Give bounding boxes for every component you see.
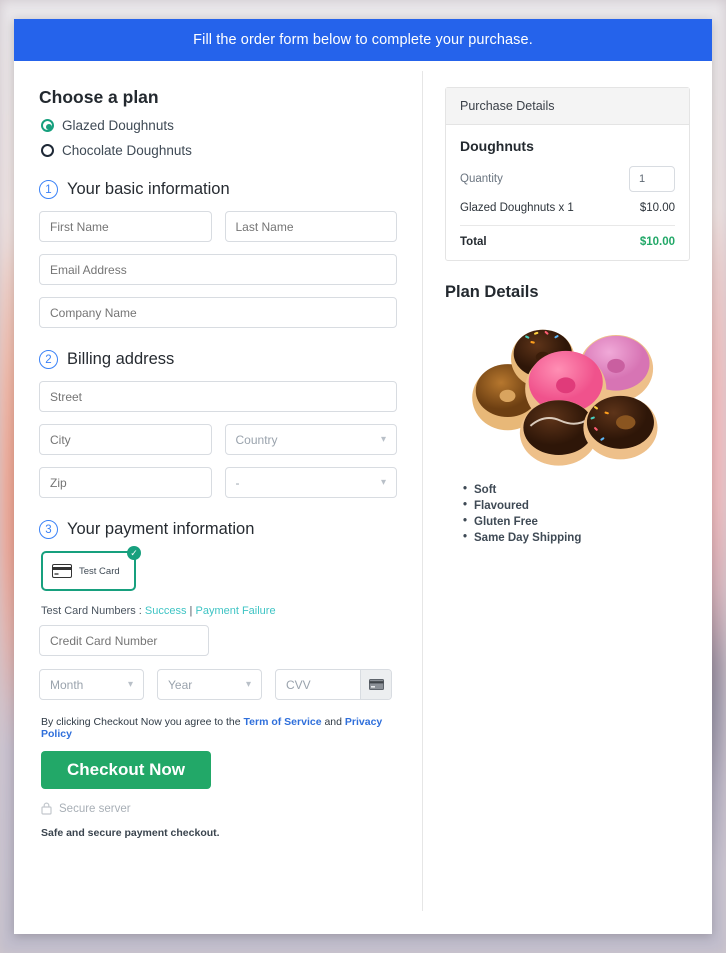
safe-checkout-text: Safe and secure payment checkout.: [41, 827, 220, 839]
line-item-label: Glazed Doughnuts x 1: [460, 202, 574, 214]
cvv-placeholder: CVV: [286, 677, 311, 692]
street-input[interactable]: [39, 381, 397, 412]
list-item: Flavoured: [463, 499, 690, 512]
state-select[interactable]: - ▾: [224, 467, 397, 498]
payment-method-label: Test Card: [79, 565, 120, 577]
last-name-input[interactable]: [224, 211, 397, 242]
zip-input[interactable]: [39, 467, 212, 498]
agree-mid: and: [321, 716, 345, 728]
agree-prefix: By clicking Checkout Now you agree to th…: [41, 716, 244, 728]
step-3-number: 3: [39, 520, 58, 539]
test-card-numbers: Test Card Numbers : Success | Payment Fa…: [41, 605, 397, 617]
step-2-header: 2 Billing address: [39, 350, 397, 369]
checkout-button[interactable]: Checkout Now: [41, 751, 211, 789]
chevron-down-icon: ▾: [380, 477, 386, 488]
banner-text: Fill the order form below to complete yo…: [193, 32, 533, 48]
check-circle-icon: ✓: [127, 546, 141, 560]
payment-method-test-card[interactable]: Test Card ✓: [41, 546, 141, 591]
zip-state-row: - ▾: [39, 467, 397, 498]
chevron-down-icon: ▾: [127, 679, 133, 690]
header-banner: Fill the order form below to complete yo…: [14, 19, 712, 61]
order-form-column: Choose a plan Glazed Doughnuts Chocolate…: [14, 61, 422, 934]
expiry-cvv-row: Month ▾ Year ▾ CVV: [39, 669, 397, 700]
name-row: [39, 211, 397, 242]
step-1-number: 1: [39, 180, 58, 199]
radio-icon-glazed[interactable]: [41, 119, 54, 132]
year-select[interactable]: Year ▾: [157, 669, 262, 700]
company-row: [39, 297, 397, 328]
secure-server-notice: Secure server: [41, 802, 397, 815]
test-card-numbers-prefix: Test Card Numbers :: [41, 605, 145, 617]
street-row: [39, 381, 397, 412]
email-input[interactable]: [39, 254, 397, 285]
radio-icon-chocolate[interactable]: [41, 144, 54, 157]
terms-agreement-text: By clicking Checkout Now you agree to th…: [41, 716, 397, 740]
step-2-number: 2: [39, 350, 58, 369]
step-3-header: 3 Your payment information: [39, 520, 397, 539]
terms-of-service-link[interactable]: Term of Service: [244, 716, 322, 728]
credit-card-icon: [368, 679, 384, 690]
year-select-value: Year: [168, 677, 193, 692]
doughnuts-illustration: [472, 329, 658, 466]
month-select[interactable]: Month ▾: [39, 669, 144, 700]
test-card-failure-link[interactable]: Payment Failure: [195, 605, 275, 617]
state-select-value: -: [235, 475, 240, 490]
checkout-card: Fill the order form below to complete yo…: [14, 19, 712, 934]
choose-plan-heading: Choose a plan: [39, 87, 159, 107]
credit-card-icon: [52, 564, 72, 578]
content-columns: Choose a plan Glazed Doughnuts Chocolate…: [14, 61, 712, 934]
total-label: Total: [460, 236, 487, 248]
chevron-down-icon: ▾: [245, 679, 251, 690]
credit-card-number-input[interactable]: [39, 625, 209, 656]
purchase-details-panel: Purchase Details Doughnuts Quantity 1 Gl…: [445, 87, 690, 261]
chevron-down-icon: ▾: [380, 434, 386, 445]
product-name: Doughnuts: [460, 138, 534, 154]
purchase-details-header: Purchase Details: [446, 88, 689, 125]
first-name-input[interactable]: [39, 211, 212, 242]
email-row: [39, 254, 397, 285]
list-item: Same Day Shipping: [463, 531, 690, 544]
cvv-field[interactable]: CVV: [275, 669, 392, 700]
purchase-details-body: Doughnuts Quantity 1 Glazed Doughnuts x …: [446, 125, 689, 260]
cvv-card-icon-box: [360, 670, 391, 699]
lock-icon: [41, 802, 52, 815]
plan-option-glazed-label: Glazed Doughnuts: [62, 118, 174, 133]
line-item-row: Glazed Doughnuts x 1 $10.00: [460, 202, 675, 226]
step-2-title: Billing address: [67, 350, 175, 368]
doughnuts-photo: [445, 320, 690, 470]
quantity-label: Quantity: [460, 173, 503, 185]
total-row: Total $10.00: [460, 226, 675, 248]
line-item-price: $10.00: [639, 202, 675, 214]
quantity-input[interactable]: 1: [629, 166, 675, 192]
step-1-header: 1 Your basic information: [39, 180, 397, 199]
company-input[interactable]: [39, 297, 397, 328]
list-item: Gluten Free: [463, 515, 690, 528]
city-input[interactable]: [39, 424, 212, 455]
city-country-row: Country ▾: [39, 424, 397, 455]
secure-server-label: Secure server: [59, 802, 131, 815]
list-item: Soft: [463, 483, 690, 496]
step-1-title: Your basic information: [67, 180, 230, 198]
test-card-success-link[interactable]: Success: [145, 605, 187, 617]
plan-details-heading: Plan Details: [445, 283, 539, 301]
plan-option-chocolate-label: Chocolate Doughnuts: [62, 143, 192, 158]
summary-column: Purchase Details Doughnuts Quantity 1 Gl…: [423, 61, 712, 934]
plan-option-chocolate[interactable]: Chocolate Doughnuts: [41, 143, 397, 158]
country-select-value: Country: [235, 432, 278, 447]
step-3-title: Your payment information: [67, 520, 255, 538]
plan-features-list: Soft Flavoured Gluten Free Same Day Ship…: [463, 483, 690, 544]
plan-option-glazed[interactable]: Glazed Doughnuts: [41, 118, 397, 133]
quantity-row: Quantity 1: [460, 166, 675, 192]
total-price: $10.00: [639, 236, 675, 248]
month-select-value: Month: [50, 677, 84, 692]
country-select[interactable]: Country ▾: [224, 424, 397, 455]
